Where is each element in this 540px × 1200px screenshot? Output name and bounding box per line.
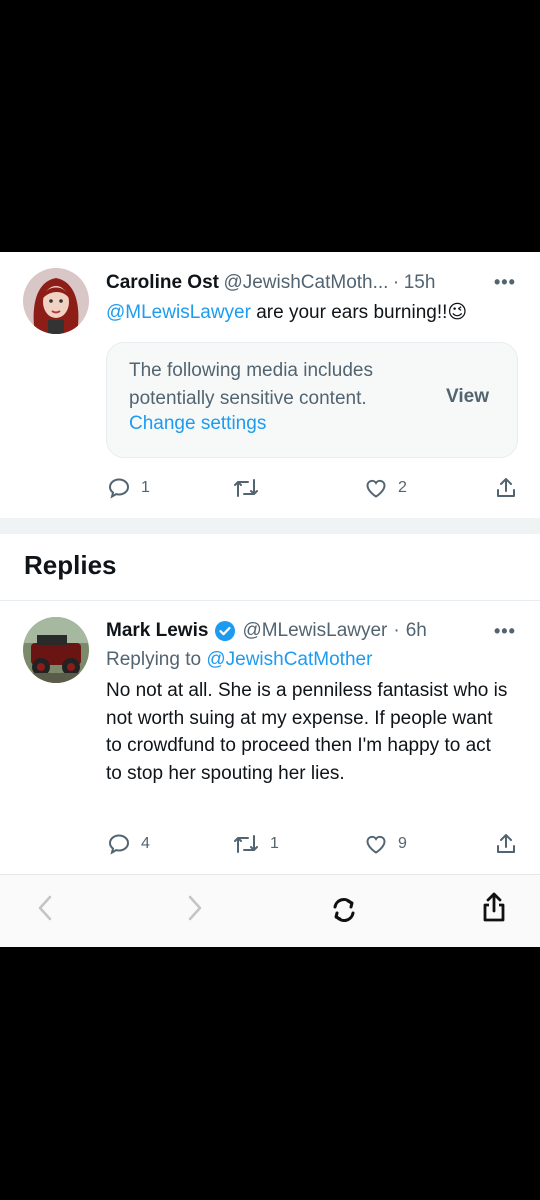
reply-retweet-action[interactable]: 1 (232, 832, 279, 856)
reply-icon (108, 478, 130, 499)
section-divider (0, 518, 540, 534)
sensitive-media-warning: The following media includes potentially… (106, 342, 518, 458)
reply-action[interactable]: 1 (107, 476, 150, 500)
tweet-body: are your ears burning!! (256, 302, 448, 323)
reply-share-action[interactable] (494, 832, 518, 856)
reply-reply-count: 4 (141, 835, 150, 852)
replies-divider (0, 600, 540, 601)
media-warning-text: The following media includes potentially… (129, 360, 373, 409)
reply-text: No not at all. She is a penniless fantas… (106, 680, 508, 784)
separator-dot: · (392, 272, 400, 293)
replying-to-link[interactable]: @JewishCatMother (206, 649, 372, 670)
like-icon (366, 479, 386, 498)
wink-emoji-icon: 😉 (447, 302, 468, 323)
reply-separator-dot: · (393, 620, 400, 641)
verified-icon (215, 621, 236, 641)
mention-link[interactable]: @MLewisLawyer (106, 302, 251, 323)
tweet-header: Caroline Ost @JewishCatMoth... · 15h (106, 272, 435, 294)
reload-button[interactable] (329, 895, 359, 930)
share-icon (497, 478, 515, 497)
share-icon (497, 834, 515, 853)
avatar-caroline[interactable] (23, 268, 89, 334)
reply-header: Mark Lewis @MLewisLawyer · 6h (106, 620, 427, 642)
author-handle[interactable]: @JewishCatMoth... (223, 272, 388, 293)
tweet-text: @MLewisLawyer are your ears burning!!😉 (106, 299, 467, 326)
like-action[interactable]: 2 (364, 476, 407, 500)
replies-heading: Replies (24, 550, 117, 580)
reload-icon (333, 898, 355, 922)
change-settings-link[interactable]: Change settings (129, 413, 266, 435)
browser-toolbar (0, 874, 540, 947)
reply-author-name[interactable]: Mark Lewis (106, 620, 208, 642)
browser-screen: Caroline Ost @JewishCatMoth... · 15h •••… (0, 252, 540, 947)
reply-like-count: 9 (398, 835, 407, 852)
retweet-icon (234, 835, 258, 853)
back-icon (38, 895, 52, 921)
reply-time[interactable]: 6h (406, 620, 427, 642)
reply-count: 1 (141, 479, 150, 496)
view-media-button[interactable]: View (446, 386, 489, 408)
more-icon[interactable]: ••• (494, 272, 516, 293)
retweet-icon (234, 479, 258, 497)
author-name[interactable]: Caroline Ost (106, 272, 219, 293)
reply-more-icon[interactable]: ••• (494, 621, 516, 642)
replying-to-line: Replying to @JewishCatMother (106, 649, 372, 671)
like-icon (366, 835, 386, 854)
reply-reply-action[interactable]: 4 (107, 832, 150, 856)
reply-retweet-count: 1 (270, 835, 279, 852)
retweet-action[interactable] (232, 476, 270, 500)
reply-icon (108, 834, 130, 855)
forward-icon (188, 895, 202, 921)
reply-like-action[interactable]: 9 (364, 832, 407, 856)
forward-button[interactable] (186, 893, 204, 928)
tweet-time[interactable]: 15h (404, 272, 436, 293)
browser-share-button[interactable] (480, 891, 508, 928)
back-button[interactable] (36, 893, 54, 928)
reply-author-handle[interactable]: @MLewisLawyer (242, 620, 387, 642)
like-count: 2 (398, 479, 407, 496)
replying-to-prefix: Replying to (106, 649, 202, 670)
share-action[interactable] (494, 476, 518, 500)
avatar-mark-lewis[interactable] (23, 617, 89, 683)
browser-share-icon (483, 892, 505, 922)
